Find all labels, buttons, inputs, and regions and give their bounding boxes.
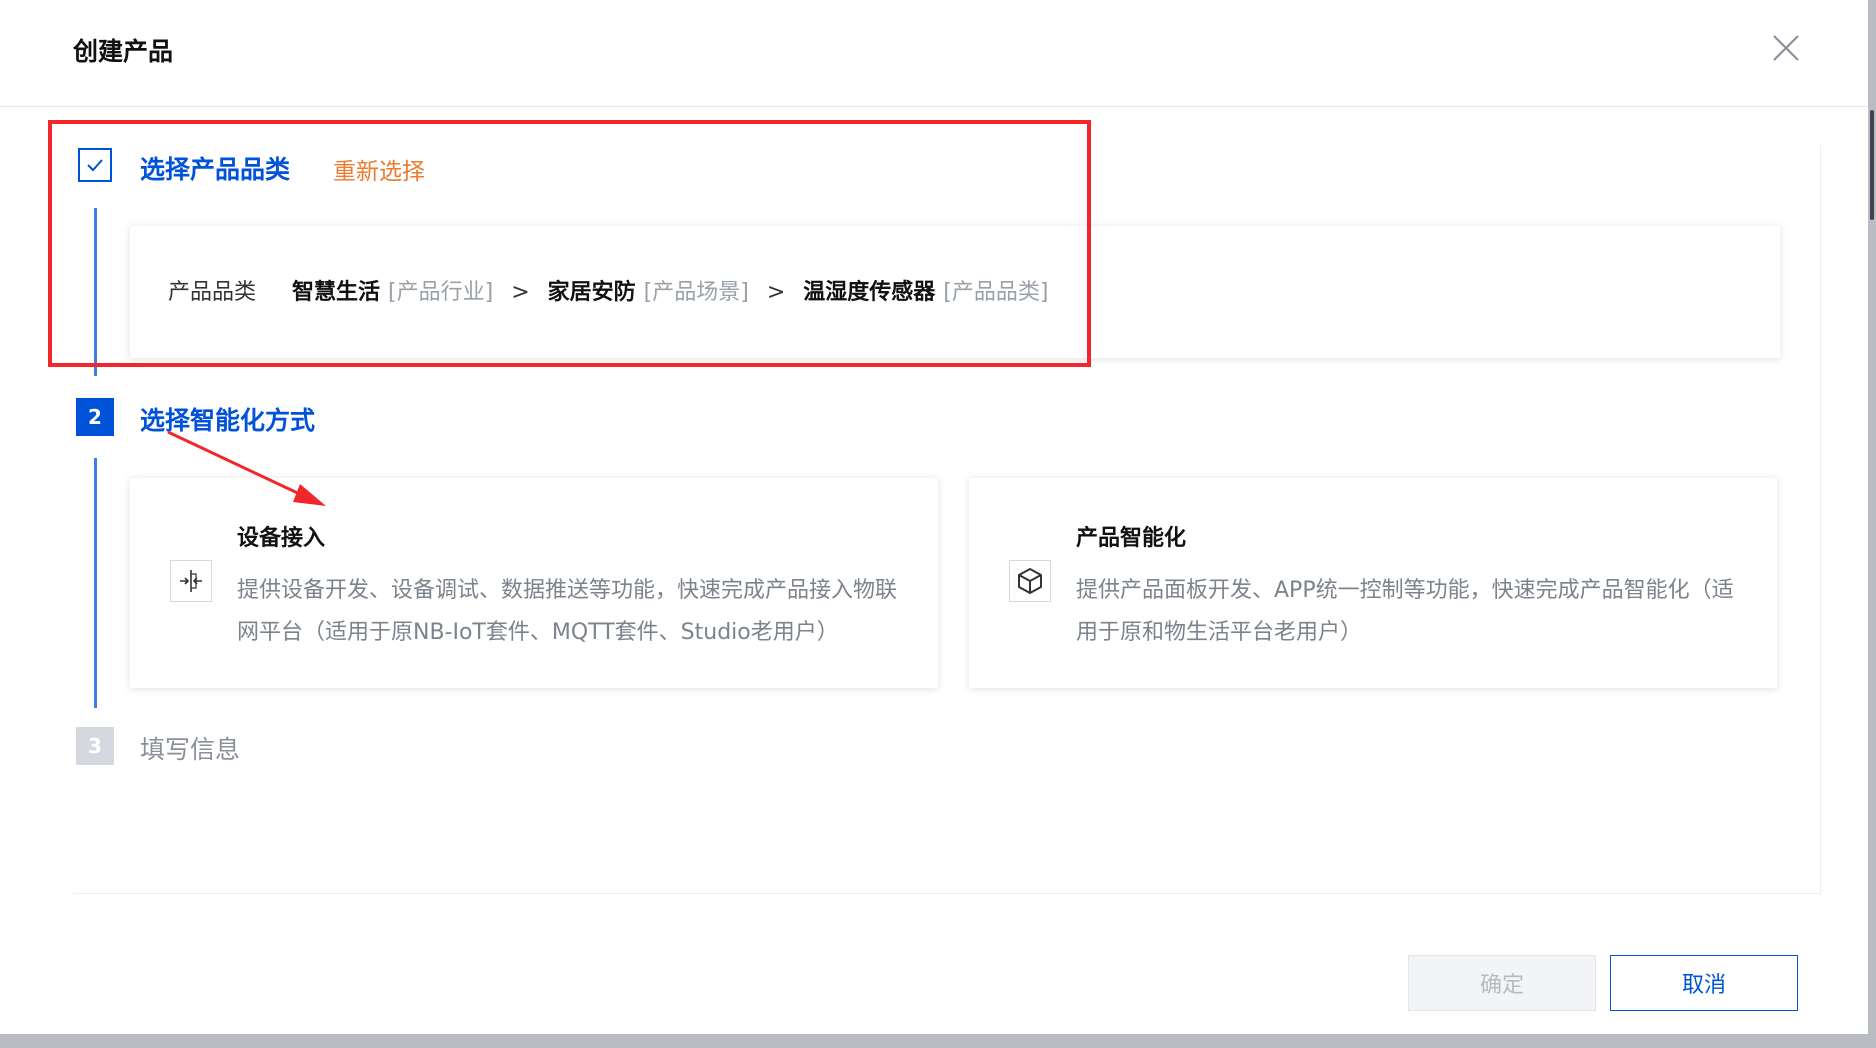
option-description: 提供产品面板开发、APP统一控制等功能，快速完成产品智能化（适用于原和物生活平台… <box>1076 578 1734 645</box>
option-product-smart[interactable]: 产品智能化 提供产品面板开发、APP统一控制等功能，快速完成产品智能化（适用于原… <box>969 478 1777 688</box>
close-icon[interactable] <box>1768 30 1804 66</box>
option-description: 提供设备开发、设备调试、数据推送等功能，快速完成产品接入物联网平台（适用于原NB… <box>237 578 898 645</box>
content-right-divider <box>1820 145 1821 895</box>
dialog-title: 创建产品 <box>73 37 174 66</box>
cancel-button[interactable]: 取消 <box>1610 955 1798 1011</box>
step2-number: 2 <box>76 398 114 436</box>
scrollbar-thumb[interactable] <box>1870 110 1874 220</box>
step2-connector-line <box>94 458 97 708</box>
step3-title: 填写信息 <box>140 735 241 764</box>
annotation-highlight-box <box>48 120 1091 367</box>
confirm-button[interactable]: 确定 <box>1408 955 1596 1011</box>
window-scrollbar[interactable] <box>1868 0 1876 1048</box>
option-title: 产品智能化 <box>1076 526 1187 551</box>
step3-number: 3 <box>76 727 114 765</box>
dialog-header: 创建产品 <box>0 0 1868 107</box>
option-title: 设备接入 <box>237 526 326 551</box>
device-access-icon <box>170 560 212 602</box>
footer-divider <box>73 893 1821 894</box>
step2-title: 选择智能化方式 <box>140 406 316 435</box>
window-bottom-edge <box>0 1034 1876 1048</box>
cube-icon <box>1009 560 1051 602</box>
option-device-access[interactable]: 设备接入 提供设备开发、设备调试、数据推送等功能，快速完成产品接入物联网平台（适… <box>130 478 938 688</box>
